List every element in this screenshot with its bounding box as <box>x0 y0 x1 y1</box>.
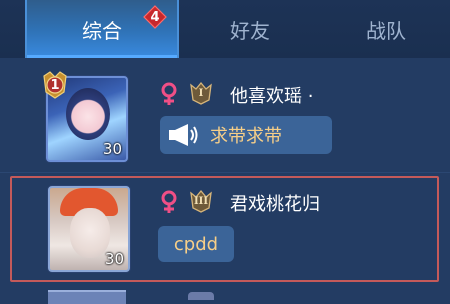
tab-friends[interactable]: 好友 <box>195 0 305 58</box>
list-item[interactable]: 30 III 君戏桃花归 cpdd <box>0 176 450 284</box>
avatar-portrait <box>66 88 110 140</box>
rank-tier-icon: III <box>188 188 214 214</box>
tier-label: III <box>193 195 209 207</box>
notification-badge: 4 <box>143 5 167 29</box>
player-level: 30 <box>104 250 124 268</box>
message-text: 求带求带 <box>210 126 282 147</box>
rank-tier-icon <box>188 292 214 300</box>
tier-label: I <box>198 87 204 99</box>
status-message: 求带求带 <box>160 116 332 154</box>
divider <box>0 172 450 173</box>
rank-medal-icon: 1 <box>40 70 70 100</box>
avatar[interactable]: 30 <box>48 186 130 272</box>
rank-number: 1 <box>50 77 60 93</box>
status-message: cpdd <box>158 226 234 262</box>
female-icon <box>160 82 178 106</box>
badge-count: 4 <box>150 9 160 25</box>
megaphone-icon <box>169 124 198 146</box>
list-item[interactable] <box>0 290 450 304</box>
tab-label: 综合 <box>82 18 122 43</box>
tab-label: 战队 <box>366 18 406 43</box>
tab-label: 好友 <box>230 18 270 43</box>
player-name[interactable]: 君戏桃花归 <box>230 190 320 216</box>
player-name[interactable]: 他喜欢瑶 · <box>230 82 313 108</box>
list-item[interactable]: 30 1 I 他喜欢瑶 · 求带求带 <box>0 60 450 170</box>
player-level: 30 <box>102 140 122 158</box>
rank-tier-icon: I <box>188 80 214 106</box>
tab-bar: 综合 好友 战队 4 <box>0 0 450 58</box>
message-text: cpdd <box>173 233 219 255</box>
female-icon <box>160 190 178 214</box>
avatar[interactable] <box>48 290 126 304</box>
tab-team[interactable]: 战队 <box>322 0 450 58</box>
